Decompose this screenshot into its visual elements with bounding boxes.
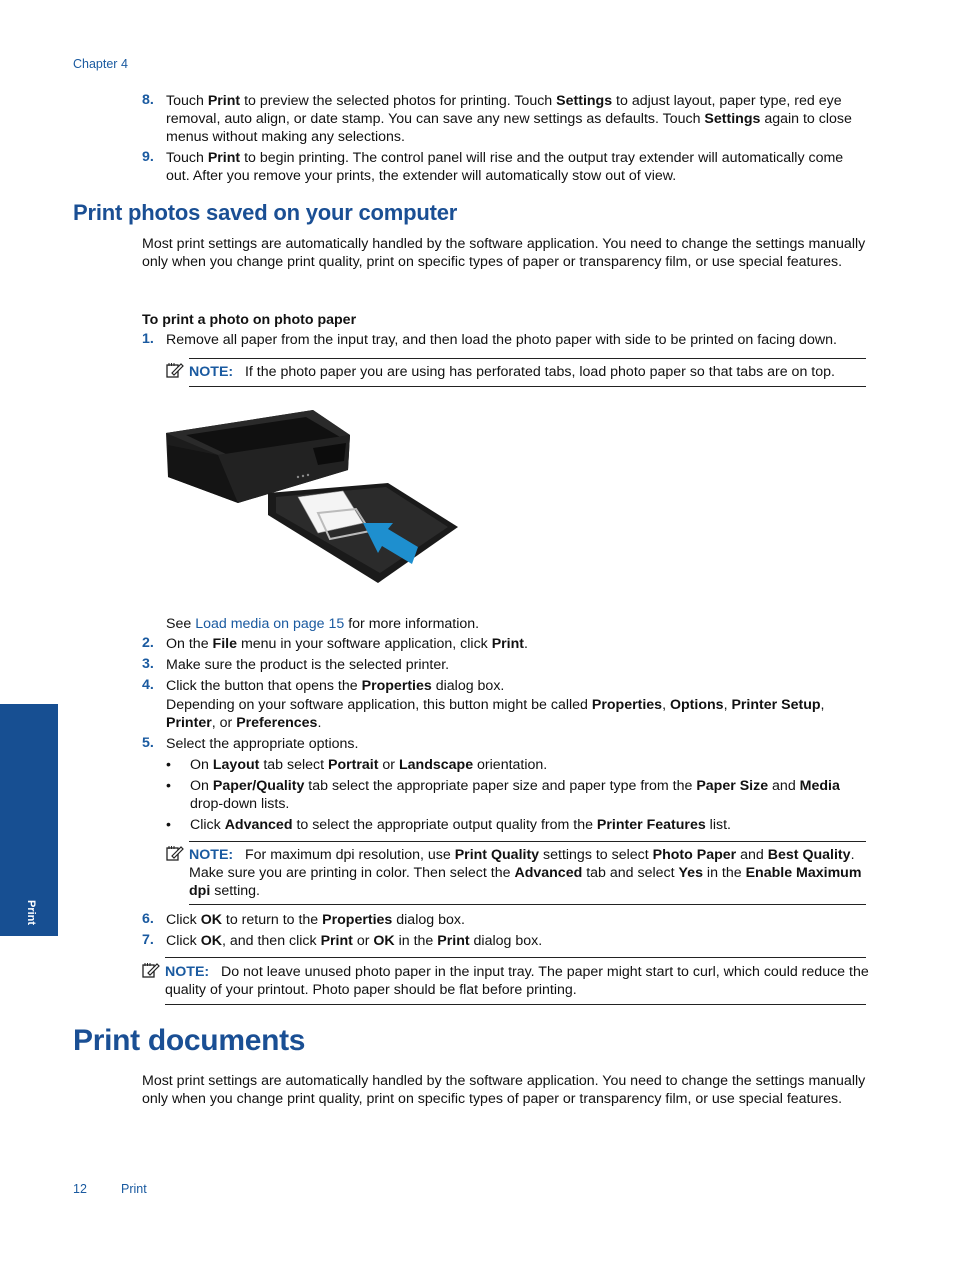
bold-term: Media [799,778,840,794]
note-1: NOTE: If the photo paper you are using h… [189,363,869,381]
side-tab-label: Print [25,900,37,926]
note-icon [166,846,184,861]
bold-term: Print Quality [454,847,540,863]
bold-term: Settings [556,93,613,109]
step-9-text: Touch Print to begin printing. The contr… [166,150,844,184]
bold-term: Advanced [514,865,583,881]
note-icon [166,363,184,378]
step-number: 4. [142,677,154,693]
step-number: 1. [142,331,154,347]
step-2-text: On the File menu in your software applic… [166,636,528,652]
note-rule-bottom [189,386,866,387]
bold-term: Settings [704,111,761,127]
bold-term: Properties [322,912,393,928]
note-label: NOTE: [189,847,234,863]
step-number: 2. [142,635,154,651]
bullet-layout: On Layout tab select Portrait or Landsca… [190,757,548,773]
section-heading: Print documents [73,1024,306,1057]
see-also-prefix: See [166,616,196,632]
section-intro: Most print settings are automatically ha… [142,1073,866,1107]
step-4-detail: Depending on your software application, … [166,697,825,731]
bold-term: Print [207,150,241,166]
note-text: For maximum dpi resolution, use Print Qu… [189,847,862,899]
step-number: 6. [142,911,154,927]
bold-term: Print [320,933,353,949]
note-label: NOTE: [165,964,210,980]
side-tab: Print [0,704,58,936]
bold-term: Paper Size [696,778,769,794]
step-7-text: Click OK, and then click Print or OK in … [166,933,543,949]
see-also: See Load media on page 15 for more infor… [166,615,479,633]
note-text: Do not leave unused photo paper in the i… [165,964,869,998]
procedure-title: To print a photo on photo paper [142,312,357,328]
bullet-advanced: Click Advanced to select the appropriate… [190,817,731,833]
step-number: 9. [142,149,154,165]
bullet-icon: • [166,778,171,794]
note-3: NOTE: Do not leave unused photo paper in… [165,963,869,999]
see-also-suffix: for more information. [344,616,480,632]
load-media-link[interactable]: Load media on page 15 [195,616,344,632]
bold-term: Layout [212,757,260,773]
bold-term: Properties [361,678,432,694]
step-number: 3. [142,656,154,672]
footer-section: Print [121,1182,147,1196]
page-number: 12 [73,1182,87,1196]
step-3-text: Make sure the product is the selected pr… [166,657,450,673]
bullet-paper-quality: On Paper/Quality tab select the appropri… [190,778,840,812]
note-rule-top [189,358,866,359]
bold-term: Printer [166,715,212,731]
bullet-icon: • [166,757,171,773]
step-5-text: Select the appropriate options. [166,736,359,752]
note-rule-bottom [165,1004,866,1005]
section-intro: Most print settings are automatically ha… [142,236,866,270]
bold-term: Photo Paper [652,847,737,863]
bullet-icon: • [166,817,171,833]
bold-term: Portrait [328,757,379,773]
section-heading: Print photos saved on your computer [73,200,458,225]
bold-term: Properties [591,697,663,713]
bold-term: File [212,636,237,652]
step-1-text: Remove all paper from the input tray, an… [166,332,837,348]
note-rule-top [189,841,866,842]
bold-term: OK [200,912,222,928]
step-8-text: Touch Print to preview the selected phot… [166,93,852,145]
bold-term: Printer Setup [731,697,821,713]
step-number: 5. [142,735,154,751]
bold-term: Print [207,93,241,109]
note-2: NOTE: For maximum dpi resolution, use Pr… [189,846,869,900]
bold-term: Print [491,636,525,652]
bold-term: Landscape [398,757,474,773]
bold-term: Preferences [236,715,318,731]
step-6-text: Click OK to return to the Properties dia… [166,912,465,928]
bold-term: Options [669,697,724,713]
bold-term: Advanced [224,817,293,833]
step-4-text: Click the button that opens the Properti… [166,678,505,694]
note-label: NOTE: [189,364,234,380]
bold-term: Printer Features [596,817,706,833]
bold-term: Yes [678,865,703,881]
bold-term: Best Quality [767,847,851,863]
step-number: 7. [142,932,154,948]
note-rule-bottom [189,904,866,905]
note-rule-top [165,957,866,958]
note-text: If the photo paper you are using has per… [244,364,835,380]
step-number: 8. [142,92,154,108]
bold-term: OK [373,933,395,949]
bold-term: OK [200,933,222,949]
note-icon [142,963,160,978]
bold-term: Print [437,933,470,949]
bold-term: Paper/Quality [212,778,305,794]
printer-illustration [166,410,458,583]
chapter-header: Chapter 4 [73,57,128,71]
